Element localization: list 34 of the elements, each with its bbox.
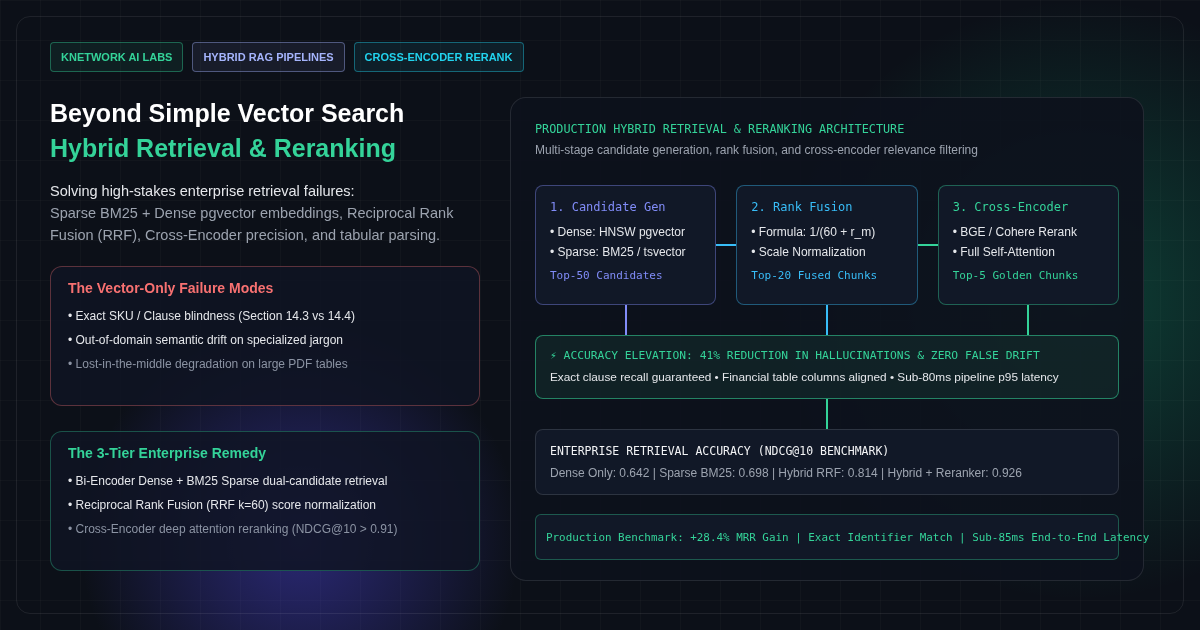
- bullet-item: • Cross-Encoder deep attention reranking (NDCG@10 > 0.91): [68, 521, 399, 538]
- stage-title: 3. Cross-Encoder: [952, 200, 1070, 214]
- banner-text: Exact clause recall guaranteed • Financial table columns aligned • Sub-80ms pipeline p95 latency: [550, 370, 1060, 384]
- banner-title: ⚡ ACCURACY ELEVATION: 41% REDUCTION IN HALLUCINATIONS & ZERO FALSE DRIFT: [550, 349, 1041, 362]
- stage-item: • Scale Normalization: [751, 244, 867, 261]
- stage-item: • Dense: HNSW pgvector: [550, 224, 686, 241]
- accuracy-scores: Dense Only: 0.642 | Sparse BM25: 0.698 | Hybrid RRF: 0.814 | Hybrid + Reranker: 0.926: [550, 466, 1023, 480]
- bullet-item: • Out-of-domain semantic drift on specialized jargon: [68, 332, 344, 349]
- card-title: The Vector-Only Failure Modes: [68, 280, 275, 296]
- tag-badge: CROSS-ENCODER RERANK: [353, 42, 524, 72]
- stage-title: 2. Rank Fusion: [751, 200, 854, 214]
- intro-lead: Solving high-stakes enterprise retrieval failures:: [50, 182, 356, 201]
- stage-item: • Formula: 1/(60 + r_m): [751, 224, 877, 241]
- headline: Beyond Simple Vector Search: [50, 98, 406, 129]
- stage-output: Top-50 Candidates: [550, 269, 664, 282]
- bullet-item: • Lost-in-the-middle degradation on large PDF tables: [68, 356, 349, 373]
- tag-badge: KNETWORK AI LABS: [50, 42, 184, 72]
- card-title: The 3-Tier Enterprise Remedy: [68, 445, 268, 461]
- bullet-item: • Reciprocal Rank Fusion (RRF k=60) score normalization: [68, 497, 377, 514]
- stage-item: • BGE / Cohere Rerank: [952, 224, 1078, 241]
- subheadline: Hybrid Retrieval & Reranking: [50, 133, 397, 164]
- panel-title: PRODUCTION HYBRID RETRIEVAL & RERANKING ARCHITECTURE: [535, 122, 906, 136]
- stage-output: Top-5 Golden Chunks: [952, 269, 1080, 282]
- stage-title: 1. Candidate Gen: [550, 200, 667, 214]
- bullet-item: • Bi-Encoder Dense + BM25 Sparse dual-candidate retrieval: [68, 473, 389, 490]
- intro-text: Sparse BM25 + Dense pgvector embeddings, Reciprocal Rank Fusion (RRF), Cross-Encoder precision, and tabular parsing.: [50, 204, 455, 245]
- benchmark-text: Production Benchmark: +28.4% MRR Gain | Exact Identifier Match | Sub-85ms End-to-End Latency: [546, 530, 1150, 544]
- bullet-item: • Exact SKU / Clause blindness (Section 14.3 vs 14.4): [68, 308, 356, 325]
- stage-item: • Full Self-Attention: [952, 244, 1056, 261]
- stage-output: Top-20 Fused Chunks: [751, 269, 879, 282]
- tag-badge: HYBRID RAG PIPELINES: [192, 42, 345, 72]
- accuracy-title: ENTERPRISE RETRIEVAL ACCURACY (NDCG@10 BENCHMARK): [550, 444, 891, 458]
- stage-item: • Sparse: BM25 / tsvector: [550, 244, 687, 261]
- panel-subtitle: Multi-stage candidate generation, rank fusion, and cross-encoder relevance filtering: [535, 143, 979, 157]
